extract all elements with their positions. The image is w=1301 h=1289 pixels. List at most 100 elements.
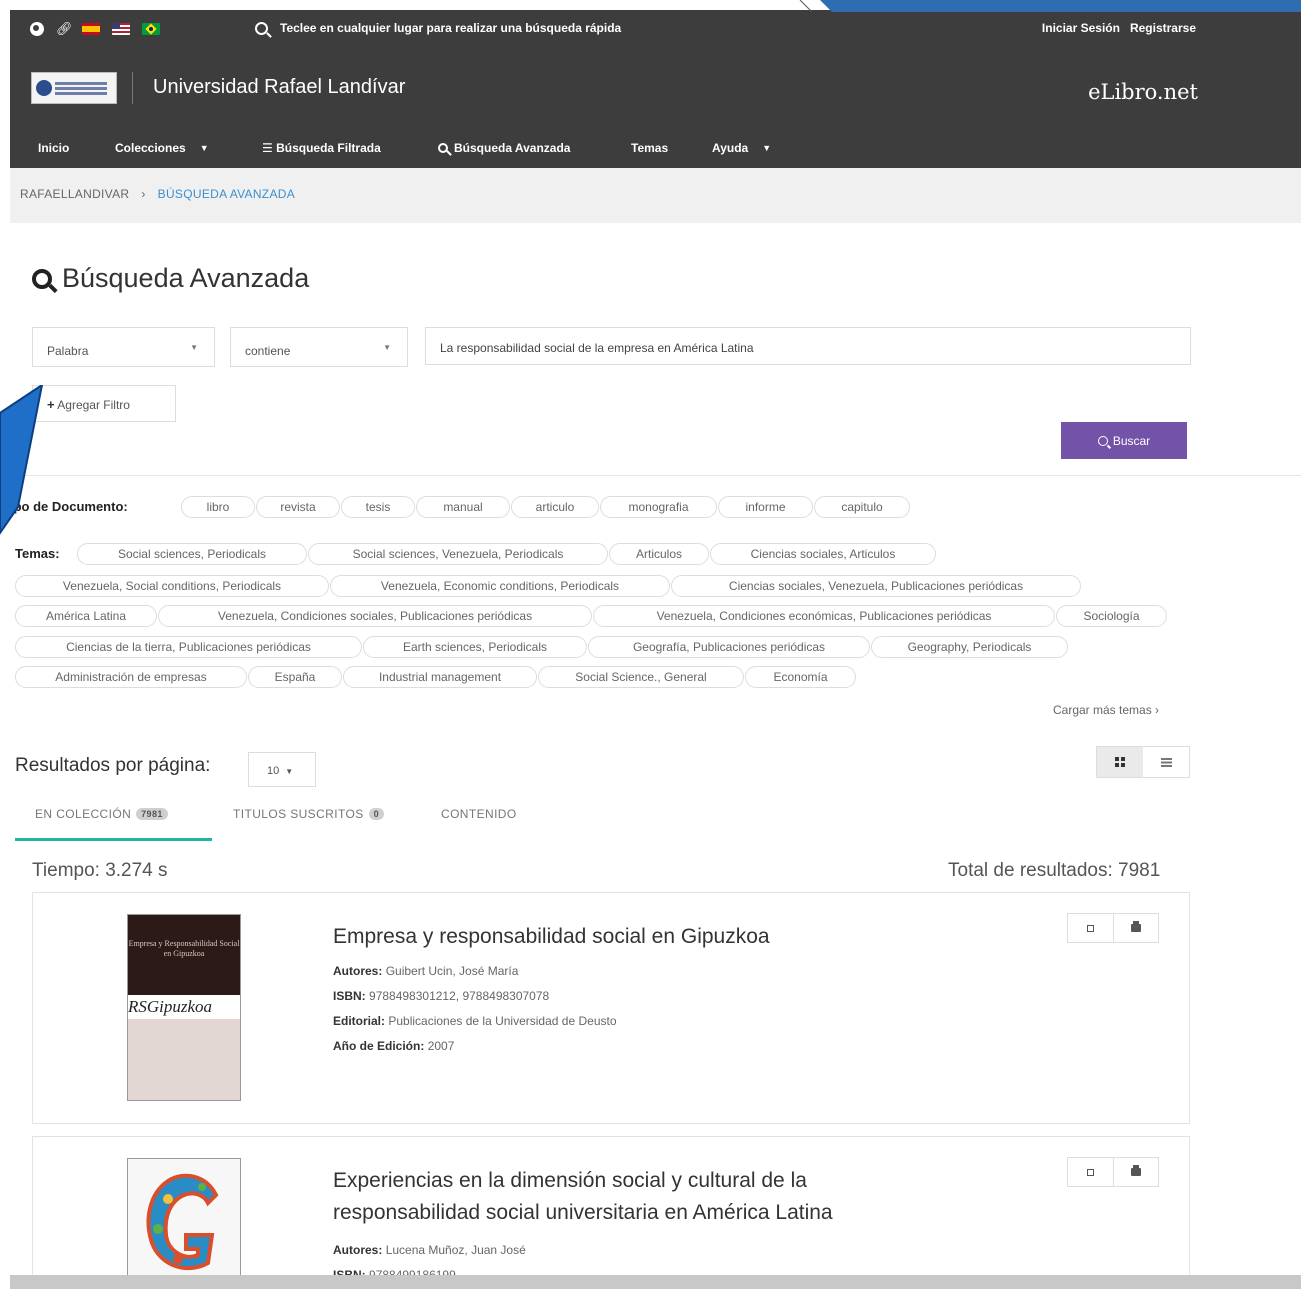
university-name[interactable]: Universidad Rafael Landívar	[153, 76, 405, 99]
logo-divider	[132, 72, 133, 104]
breadcrumb-current: BÚSQUEDA AVANZADA	[157, 187, 296, 201]
square-icon	[1086, 924, 1094, 932]
brand-bar: Universidad Rafael Landívar eLibro.net	[10, 60, 1301, 116]
nav-busqueda-filtrada[interactable]: ☰ Búsqueda Filtrada	[262, 141, 381, 155]
book-title[interactable]: Empresa y responsabilidad social en Gipu…	[333, 921, 770, 953]
tab-titulos-suscritos[interactable]: TITULOS SUSCRITOS 0	[233, 807, 385, 821]
breadcrumb-root[interactable]: RAFAELLANDIVAR	[20, 187, 129, 201]
register-link[interactable]: Registrarse	[1130, 21, 1196, 35]
page-title: Búsqueda Avanzada	[32, 263, 309, 294]
topic-chip[interactable]: Geografía, Publicaciones periódicas	[588, 636, 870, 658]
globe-icon[interactable]	[30, 22, 44, 36]
login-link[interactable]: Iniciar Sesión	[1042, 21, 1120, 35]
search-icon	[438, 143, 448, 153]
doc-type-chip[interactable]: articulo	[511, 496, 599, 518]
topic-chip[interactable]: Social sciences, Periodicals	[77, 543, 307, 565]
nav-ayuda[interactable]: Ayuda ▼	[712, 141, 771, 155]
main-nav: Inicio Colecciones ▼ ☰ Búsqueda Filtrada …	[10, 128, 1301, 168]
book-meta: Autores: Guibert Ucin, José María ISBN: …	[333, 964, 617, 1053]
bookshelf-button[interactable]	[1068, 1158, 1113, 1186]
book-title[interactable]: Experiencias en la dimensión social y cu…	[333, 1165, 833, 1229]
doc-type-chip[interactable]: manual	[416, 496, 510, 518]
field-select[interactable]: Palabra ▼	[32, 327, 215, 367]
list-view-button[interactable]	[1143, 747, 1189, 777]
elibro-brand[interactable]: eLibro.net	[1088, 80, 1198, 104]
print-button[interactable]	[1112, 1158, 1158, 1186]
chevron-down-icon: ▼	[199, 143, 209, 153]
bookshelf-button[interactable]	[1068, 914, 1113, 942]
topic-chip[interactable]: Venezuela, Social conditions, Periodical…	[15, 575, 329, 597]
doc-type-chip[interactable]: capitulo	[814, 496, 910, 518]
flag-es-icon[interactable]	[82, 23, 100, 35]
count-badge: 0	[368, 808, 385, 820]
topic-chip[interactable]: Venezuela, Condiciones económicas, Publi…	[593, 605, 1055, 627]
top-header: 🔗︎ Teclee en cualquier lugar para realiz…	[10, 10, 1301, 168]
doc-type-chip[interactable]: revista	[256, 496, 340, 518]
tab-en-coleccion[interactable]: EN COLECCIÓN 7981	[35, 807, 168, 821]
book-cover[interactable]: Empresa y Responsabilidad Social en Gipu…	[127, 914, 241, 1101]
search-time: Tiempo: 3.274 s	[32, 860, 168, 881]
doc-type-chip[interactable]: informe	[718, 496, 813, 518]
utility-icons: 🔗︎	[30, 22, 160, 36]
card-actions	[1067, 1157, 1159, 1187]
topic-chip[interactable]: Sociología	[1056, 605, 1167, 627]
search-input[interactable]: La responsabilidad social de la empresa …	[425, 327, 1191, 365]
nav-temas[interactable]: Temas	[631, 141, 668, 155]
topic-chip[interactable]: Articulos	[609, 543, 709, 565]
topic-chip[interactable]: Geography, Periodicals	[871, 636, 1068, 658]
university-logo[interactable]	[31, 72, 117, 104]
search-button[interactable]: Buscar	[1061, 422, 1187, 459]
topic-chip[interactable]: Social Science., General	[538, 666, 744, 688]
print-button[interactable]	[1112, 914, 1158, 942]
link-icon[interactable]: 🔗︎	[56, 22, 73, 36]
grid-view-button[interactable]	[1097, 747, 1143, 777]
nav-colecciones[interactable]: Colecciones ▼	[115, 141, 209, 155]
square-icon	[1086, 1168, 1094, 1176]
topic-chip[interactable]: Administración de empresas	[15, 666, 247, 688]
topic-chip[interactable]: Social sciences, Venezuela, Periodicals	[308, 543, 608, 565]
search-icon	[255, 21, 268, 35]
caret-down-icon: ▼	[285, 767, 294, 776]
results-per-page-select[interactable]: 10 ▼	[248, 752, 316, 787]
topic-chip[interactable]: Earth sciences, Periodicals	[363, 636, 587, 658]
topic-chip[interactable]: Industrial management	[343, 666, 537, 688]
flag-us-icon[interactable]	[112, 23, 130, 35]
view-toggle	[1096, 746, 1190, 778]
active-tab-indicator	[15, 838, 212, 841]
list-icon	[1160, 757, 1172, 767]
topic-chip[interactable]: Ciencias sociales, Articulos	[710, 543, 936, 565]
topic-chip[interactable]: Venezuela, Economic conditions, Periodic…	[330, 575, 670, 597]
caret-down-icon: ▼	[190, 343, 198, 352]
operator-select[interactable]: contiene ▼	[230, 327, 408, 367]
card-actions	[1067, 913, 1159, 943]
tab-contenido[interactable]: CONTENIDO	[441, 807, 517, 821]
breadcrumb: RAFAELLANDIVAR › BÚSQUEDA AVANZADA	[10, 168, 1301, 223]
doc-type-chip[interactable]: libro	[181, 496, 255, 518]
auth-links: Iniciar Sesión Registrarse	[1042, 21, 1196, 35]
topic-chip[interactable]: España	[248, 666, 342, 688]
topics-label: Temas:	[15, 546, 60, 561]
quick-search-text: Teclee en cualquier lugar para realizar …	[280, 21, 622, 35]
topic-chip[interactable]: América Latina	[15, 605, 157, 627]
search-icon	[1097, 435, 1108, 446]
print-icon	[1130, 1165, 1141, 1176]
cover-art-icon	[146, 1173, 219, 1271]
book-cover[interactable]	[127, 1158, 241, 1289]
topic-chip[interactable]: Venezuela, Condiciones sociales, Publica…	[158, 605, 592, 627]
topic-chip[interactable]: Ciencias de la tierra, Publicaciones per…	[15, 636, 362, 658]
quick-search[interactable]: Teclee en cualquier lugar para realizar …	[255, 21, 621, 35]
search-icon	[32, 268, 52, 289]
flag-br-icon[interactable]	[142, 23, 160, 35]
load-more-topics-link[interactable]: Cargar más temas ›	[1053, 703, 1159, 717]
topic-chip[interactable]: Ciencias sociales, Venezuela, Publicacio…	[671, 575, 1081, 597]
nav-inicio[interactable]: Inicio	[38, 141, 69, 155]
doc-type-chip[interactable]: monografia	[600, 496, 717, 518]
result-card: Experiencias en la dimensión social y cu…	[32, 1136, 1190, 1289]
result-tabs: EN COLECCIÓN 7981 TITULOS SUSCRITOS 0 CO…	[15, 800, 615, 842]
bottom-bar	[10, 1275, 1301, 1289]
result-card: Empresa y Responsabilidad Social en Gipu…	[32, 892, 1190, 1124]
pointer-arrow-icon	[0, 385, 44, 535]
topic-chip[interactable]: Economía	[745, 666, 856, 688]
doc-type-chip[interactable]: tesis	[341, 496, 415, 518]
nav-busqueda-avanzada[interactable]: Búsqueda Avanzada	[438, 141, 570, 155]
